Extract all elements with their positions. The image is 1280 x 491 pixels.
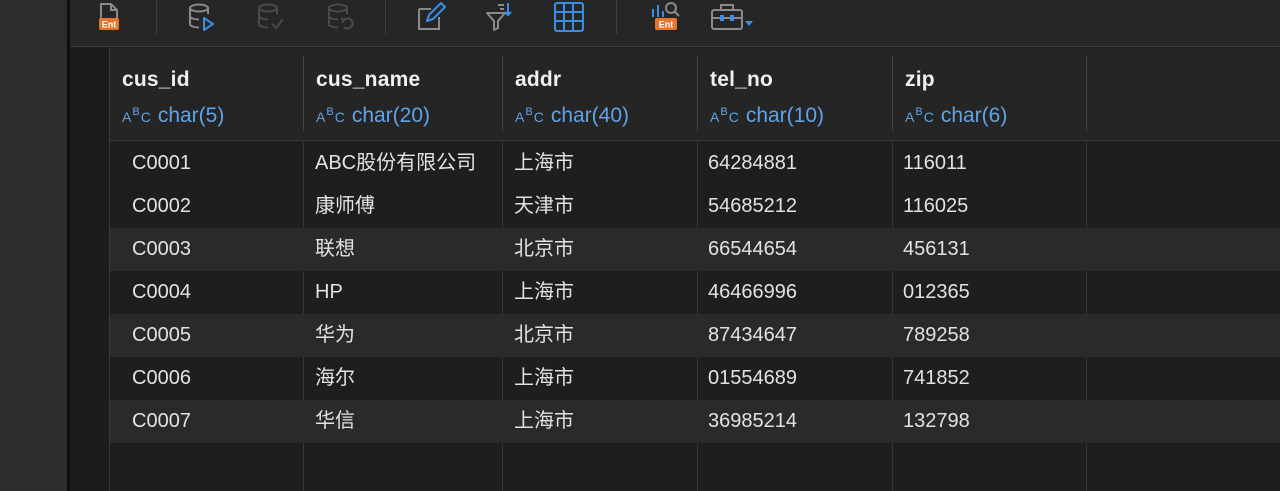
explain-ent-button[interactable]: Ent — [648, 0, 682, 34]
cell-addr[interactable]: 上海市 — [514, 400, 574, 443]
cell-tel-no[interactable]: 36985214 — [708, 400, 797, 443]
cell-zip[interactable]: 789258 — [903, 314, 970, 357]
column-header-cus-name[interactable]: cus_name ABC char(20) — [304, 56, 503, 131]
cell-cus-id[interactable]: C0004 — [132, 271, 191, 314]
string-type-icon: ABC — [122, 106, 152, 125]
cell-cus-id[interactable]: C0001 — [132, 142, 191, 185]
table-row[interactable]: C0002 康师傅 天津市 54685212 116025 — [110, 185, 1280, 228]
commit-db-icon — [258, 3, 284, 30]
cell-tel-no[interactable]: 01554689 — [708, 357, 797, 400]
string-type-icon: ABC — [905, 106, 935, 125]
cell-cus-name[interactable]: 华信 — [315, 400, 355, 443]
commit-button[interactable] — [253, 0, 287, 34]
cell-zip[interactable]: 456131 — [903, 228, 970, 271]
chevron-down-icon — [745, 21, 753, 26]
cell-zip[interactable]: 116025 — [903, 185, 968, 228]
cell-addr[interactable]: 上海市 — [514, 142, 574, 185]
cell-tel-no[interactable]: 46466996 — [708, 271, 797, 314]
explain-ent-label: Ent — [659, 20, 674, 30]
left-gutter — [0, 0, 67, 491]
column-header-zip[interactable]: zip ABC char(6) — [893, 56, 1087, 131]
column-header-addr[interactable]: addr ABC char(40) — [503, 56, 698, 131]
cell-cus-name[interactable]: 海尔 — [315, 357, 355, 400]
cell-tel-no[interactable]: 64284881 — [708, 142, 797, 185]
cell-cus-id[interactable]: C0003 — [132, 228, 191, 271]
cell-addr[interactable]: 北京市 — [514, 228, 574, 271]
filter-sort-button[interactable] — [483, 0, 517, 34]
column-name: tel_no — [710, 68, 774, 91]
cell-zip[interactable]: 741852 — [903, 357, 970, 400]
column-type: ABC char(10) — [710, 104, 825, 127]
grid-header: cus_id ABC char(5) cus_name ABC char(20) a… — [110, 48, 1280, 141]
cell-tel-no[interactable]: 66544654 — [708, 228, 797, 271]
table-row[interactable]: C0006 海尔 上海市 01554689 741852 — [110, 357, 1280, 400]
rollback-db-icon — [328, 3, 354, 30]
cell-zip[interactable]: 012365 — [903, 271, 970, 314]
cell-addr[interactable]: 上海市 — [514, 271, 574, 314]
export-ent-label: Ent — [102, 20, 117, 30]
explain-ent-icon: Ent — [652, 2, 680, 30]
cell-cus-id[interactable]: C0007 — [132, 400, 191, 443]
cell-cus-name[interactable]: HP — [315, 271, 343, 314]
data-grid: cus_id ABC char(5) cus_name ABC char(20) a… — [70, 48, 1280, 491]
column-name: cus_name — [316, 68, 421, 91]
toolbox-dropdown-button[interactable] — [708, 0, 760, 34]
table-row[interactable]: C0007 华信 上海市 36985214 132798 — [110, 400, 1280, 443]
cell-cus-id[interactable]: C0005 — [132, 314, 191, 357]
edit-button[interactable] — [414, 0, 448, 34]
export-ent-icon: Ent — [99, 3, 119, 30]
cell-addr[interactable]: 北京市 — [514, 314, 574, 357]
cell-cus-name[interactable]: 联想 — [315, 228, 355, 271]
table-row[interactable]: C0004 HP 上海市 46466996 012365 — [110, 271, 1280, 314]
cell-cus-name[interactable]: 华为 — [315, 314, 355, 357]
string-type-icon: ABC — [515, 106, 545, 125]
column-type: ABC char(5) — [122, 104, 225, 127]
grid-icon — [554, 2, 584, 32]
cell-tel-no[interactable]: 87434647 — [708, 314, 797, 357]
cell-addr[interactable]: 上海市 — [514, 357, 574, 400]
row-number-column — [70, 48, 110, 491]
cell-zip[interactable]: 132798 — [903, 400, 970, 443]
toolbar: Ent Ent — [70, 0, 1280, 47]
column-type: ABC char(40) — [515, 104, 630, 127]
column-header-tel-no[interactable]: tel_no ABC char(10) — [698, 56, 893, 131]
export-ent-button[interactable]: Ent — [92, 0, 126, 34]
cell-cus-id[interactable]: C0002 — [132, 185, 191, 228]
cell-cus-name[interactable]: ABC股份有限公司 — [315, 142, 476, 185]
grid-view-button[interactable] — [552, 0, 586, 34]
result-grid-panel: Ent Ent cus_id ABC char(5) cus_name ABC … — [70, 0, 1280, 491]
edit-icon — [418, 2, 446, 30]
toolbar-separator — [156, 0, 157, 34]
cell-cus-id[interactable]: C0006 — [132, 357, 191, 400]
toolbar-separator — [385, 0, 386, 34]
run-db-icon — [189, 3, 214, 31]
cell-tel-no[interactable]: 54685212 — [708, 185, 797, 228]
column-header-cus-id[interactable]: cus_id ABC char(5) — [110, 56, 304, 131]
table-row[interactable]: C0003 联想 北京市 66544654 456131 — [110, 228, 1280, 271]
column-name: cus_id — [122, 68, 190, 91]
column-name: addr — [515, 68, 562, 91]
cell-addr[interactable]: 天津市 — [514, 185, 574, 228]
run-button[interactable] — [184, 0, 218, 34]
rollback-button[interactable] — [323, 0, 357, 34]
toolbox-icon — [711, 4, 753, 30]
cell-cus-name[interactable]: 康师傅 — [315, 185, 375, 228]
toolbar-separator — [616, 0, 617, 34]
cell-zip[interactable]: 116011 — [903, 142, 967, 185]
table-row[interactable]: C0005 华为 北京市 87434647 789258 — [110, 314, 1280, 357]
table-row[interactable]: C0001 ABC股份有限公司 上海市 64284881 116011 — [110, 142, 1280, 185]
column-name: zip — [905, 68, 935, 91]
grid-body: C0001 ABC股份有限公司 上海市 64284881 116011 C000… — [110, 142, 1280, 491]
column-type: ABC char(20) — [316, 104, 431, 127]
column-type: ABC char(6) — [905, 104, 1008, 127]
string-type-icon: ABC — [316, 106, 346, 125]
string-type-icon: ABC — [710, 106, 740, 125]
filter-sort-icon — [486, 3, 512, 31]
